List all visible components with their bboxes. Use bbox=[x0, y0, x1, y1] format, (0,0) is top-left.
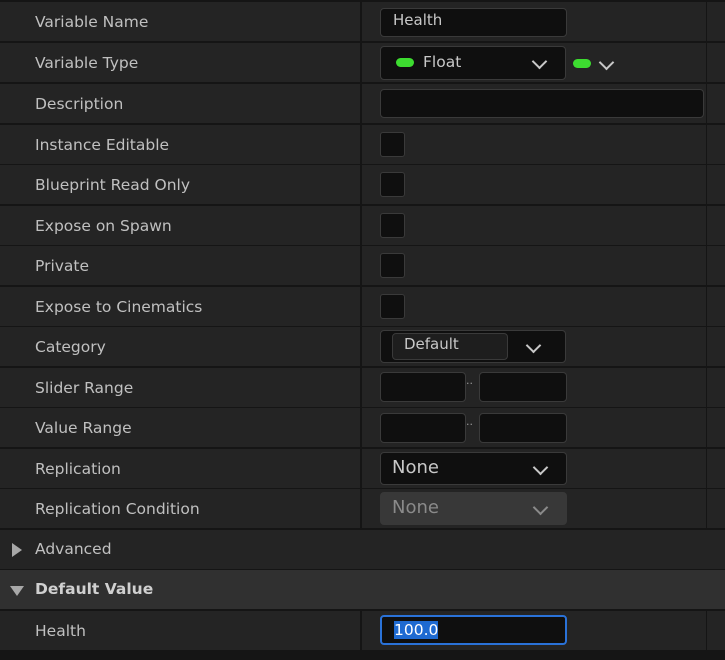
row-variable-type: Variable Type Float bbox=[0, 43, 725, 82]
replication-value: None bbox=[392, 457, 439, 478]
single-container-icon bbox=[573, 59, 591, 68]
chevron-down-icon bbox=[532, 459, 549, 476]
expose-to-cinematics-label: Expose to Cinematics bbox=[35, 297, 203, 316]
expand-arrow-icon bbox=[12, 543, 22, 557]
value-range-label: Value Range bbox=[35, 418, 132, 437]
default-health-value: 100.0 bbox=[394, 621, 439, 639]
collapse-arrow-icon bbox=[10, 586, 24, 596]
variable-name-value: Health bbox=[393, 10, 443, 29]
row-default-health: Health 100.0 bbox=[0, 611, 725, 650]
row-slider-range: Slider Range .. bbox=[0, 368, 725, 407]
default-value-section-label: Default Value bbox=[35, 580, 154, 598]
variable-name-input[interactable]: Health bbox=[380, 8, 567, 37]
category-input[interactable]: Default bbox=[392, 333, 508, 360]
chevron-down-icon bbox=[532, 499, 549, 516]
float-pin-icon bbox=[396, 58, 414, 67]
row-expose-to-cinematics: Expose to Cinematics bbox=[0, 287, 725, 326]
variable-name-label: Variable Name bbox=[35, 12, 149, 31]
private-checkbox[interactable] bbox=[380, 253, 405, 278]
slider-range-separator: .. bbox=[466, 374, 473, 387]
slider-range-label: Slider Range bbox=[35, 378, 134, 397]
expose-to-cinematics-checkbox[interactable] bbox=[380, 294, 405, 319]
row-description: Description bbox=[0, 84, 725, 123]
replication-condition-label: Replication Condition bbox=[35, 499, 200, 518]
variable-type-dropdown[interactable]: Float bbox=[380, 46, 566, 80]
default-health-label: Health bbox=[35, 621, 86, 640]
replication-condition-dropdown[interactable]: None bbox=[380, 492, 567, 525]
row-private: Private bbox=[0, 246, 725, 285]
instance-editable-checkbox[interactable] bbox=[380, 132, 405, 157]
row-replication-condition: Replication Condition None bbox=[0, 489, 725, 528]
replication-dropdown[interactable]: None bbox=[380, 452, 567, 485]
category-label: Category bbox=[35, 337, 106, 356]
category-value: Default bbox=[404, 335, 459, 353]
row-category: Category Default bbox=[0, 327, 725, 366]
private-label: Private bbox=[35, 256, 90, 275]
default-value-section-header[interactable]: Default Value bbox=[0, 570, 725, 609]
container-type-dropdown[interactable] bbox=[571, 48, 616, 78]
advanced-label: Advanced bbox=[35, 540, 112, 558]
category-combobox[interactable]: Default bbox=[380, 330, 566, 363]
description-input[interactable] bbox=[380, 89, 704, 118]
row-blueprint-read-only: Blueprint Read Only bbox=[0, 165, 725, 204]
value-range-min-input[interactable] bbox=[380, 413, 466, 443]
replication-label: Replication bbox=[35, 459, 121, 478]
advanced-section-header[interactable]: Advanced bbox=[0, 530, 725, 569]
default-health-input[interactable]: 100.0 bbox=[380, 615, 567, 645]
chevron-down-icon bbox=[531, 53, 548, 70]
slider-range-min-input[interactable] bbox=[380, 372, 466, 402]
blueprint-read-only-label: Blueprint Read Only bbox=[35, 175, 191, 194]
variable-type-label: Variable Type bbox=[35, 53, 139, 72]
variable-type-value: Float bbox=[423, 53, 462, 71]
row-expose-on-spawn: Expose on Spawn bbox=[0, 206, 725, 245]
row-variable-name: Variable Name Health bbox=[0, 2, 725, 41]
blueprint-read-only-checkbox[interactable] bbox=[380, 172, 405, 197]
expose-on-spawn-label: Expose on Spawn bbox=[35, 216, 172, 235]
row-value-range: Value Range .. bbox=[0, 408, 725, 447]
description-label: Description bbox=[35, 94, 124, 113]
chevron-down-icon[interactable] bbox=[525, 337, 542, 354]
value-range-separator: .. bbox=[466, 415, 473, 428]
row-replication: Replication None bbox=[0, 449, 725, 488]
instance-editable-label: Instance Editable bbox=[35, 135, 170, 154]
expose-on-spawn-checkbox[interactable] bbox=[380, 213, 405, 238]
slider-range-max-input[interactable] bbox=[479, 372, 567, 402]
details-panel: Variable Name Health Variable Type Float bbox=[0, 0, 725, 660]
row-instance-editable: Instance Editable bbox=[0, 125, 725, 164]
value-range-max-input[interactable] bbox=[479, 413, 567, 443]
replication-condition-value: None bbox=[392, 497, 439, 518]
chevron-down-icon bbox=[598, 54, 615, 71]
